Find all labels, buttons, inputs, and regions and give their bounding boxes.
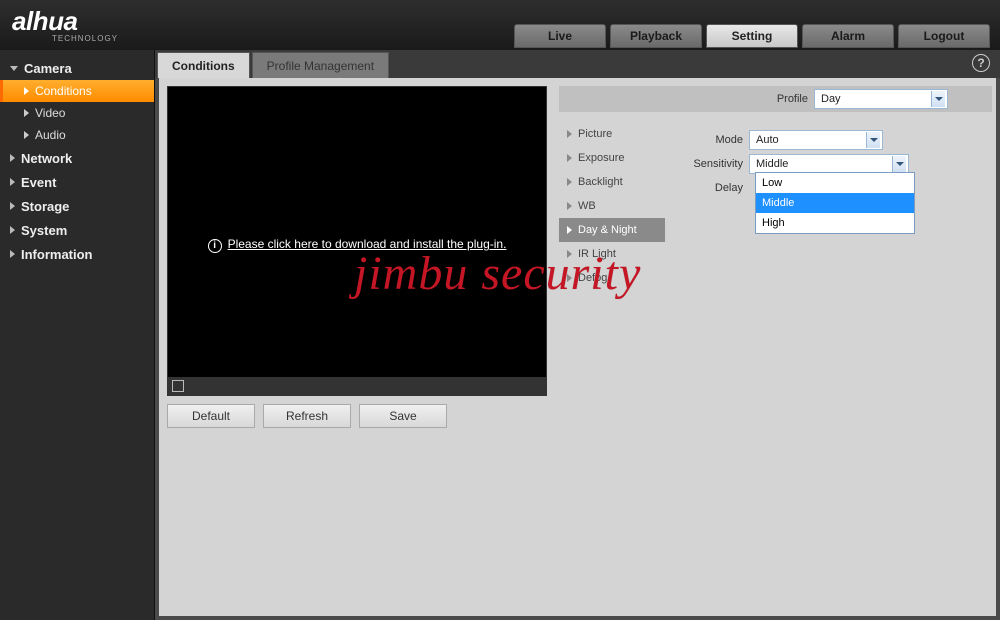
delay-label: Delay [687, 182, 749, 194]
action-buttons: Default Refresh Save [167, 404, 447, 428]
sidebar-item-information[interactable]: Information [0, 242, 154, 266]
sidebar-item-label: Video [35, 106, 65, 120]
mode-select[interactable]: Auto [749, 130, 883, 150]
chevron-right-icon [567, 202, 572, 210]
sensitivity-dropdown: Low Middle High [755, 172, 915, 234]
setting-irlight[interactable]: IR Light [559, 242, 665, 266]
setting-backlight[interactable]: Backlight [559, 170, 665, 194]
chevron-right-icon [567, 274, 572, 282]
chevron-right-icon [24, 87, 29, 95]
setting-label: Defog [578, 272, 607, 284]
video-preview: i Please click here to download and insta… [167, 86, 547, 396]
chevron-down-icon [931, 91, 945, 107]
sidebar: Camera Conditions Video Audio Network Ev… [0, 50, 155, 620]
chevron-down-icon [892, 156, 906, 172]
profile-bar: Profile Day [559, 86, 992, 112]
brand-subtitle: TECHNOLOGY [52, 34, 118, 43]
chevron-down-icon [866, 132, 880, 148]
chevron-right-icon [10, 226, 15, 234]
chevron-right-icon [567, 178, 572, 186]
chevron-right-icon [10, 202, 15, 210]
sidebar-item-video[interactable]: Video [0, 102, 154, 124]
sidebar-item-label: Conditions [35, 84, 92, 98]
sidebar-item-label: Audio [35, 128, 66, 142]
setting-label: Picture [578, 128, 612, 140]
sensitivity-select[interactable]: Middle [749, 154, 909, 174]
default-button[interactable]: Default [167, 404, 255, 428]
sensitivity-value: Middle [756, 158, 788, 170]
setting-exposure[interactable]: Exposure [559, 146, 665, 170]
setting-daynight[interactable]: Day & Night [559, 218, 665, 242]
topnav-setting[interactable]: Setting [706, 24, 798, 48]
settings-column: Picture Exposure Backlight WB Day & Nigh… [559, 122, 665, 290]
sensitivity-label: Sensitivity [687, 158, 749, 170]
sidebar-item-audio[interactable]: Audio [0, 124, 154, 146]
video-footer [168, 377, 546, 395]
sidebar-item-label: Storage [21, 199, 69, 214]
topnav-live[interactable]: Live [514, 24, 606, 48]
tab-bar: Conditions Profile Management ? [155, 50, 1000, 78]
topnav-logout[interactable]: Logout [898, 24, 990, 48]
setting-label: Exposure [578, 152, 624, 164]
plugin-download-link[interactable]: i Please click here to download and insta… [168, 237, 546, 253]
sidebar-item-storage[interactable]: Storage [0, 194, 154, 218]
sensitivity-option-high[interactable]: High [756, 213, 914, 233]
sidebar-item-network[interactable]: Network [0, 146, 154, 170]
plugin-download-text: Please click here to download and instal… [228, 237, 507, 251]
setting-defog[interactable]: Defog [559, 266, 665, 290]
chevron-right-icon [10, 250, 15, 258]
setting-label: Backlight [578, 176, 623, 188]
help-icon[interactable]: ? [972, 54, 990, 72]
refresh-button[interactable]: Refresh [263, 404, 351, 428]
chevron-right-icon [24, 109, 29, 117]
fullscreen-icon[interactable] [172, 380, 184, 392]
top-nav: Live Playback Setting Alarm Logout [514, 24, 990, 48]
topnav-playback[interactable]: Playback [610, 24, 702, 48]
mode-value: Auto [756, 134, 779, 146]
sensitivity-option-middle[interactable]: Middle [756, 193, 914, 213]
chevron-right-icon [10, 154, 15, 162]
setting-wb[interactable]: WB [559, 194, 665, 218]
mode-label: Mode [687, 134, 749, 146]
sidebar-item-label: Network [21, 151, 72, 166]
profile-value: Day [821, 93, 841, 105]
sidebar-item-label: Camera [24, 61, 72, 76]
chevron-right-icon [10, 178, 15, 186]
sidebar-item-conditions[interactable]: Conditions [0, 80, 154, 102]
setting-label: WB [578, 200, 596, 212]
profile-label: Profile [777, 93, 808, 105]
chevron-down-icon [10, 66, 18, 71]
save-button[interactable]: Save [359, 404, 447, 428]
app-header: alhua TECHNOLOGY Live Playback Setting A… [0, 0, 1000, 50]
setting-label: IR Light [578, 248, 616, 260]
profile-select[interactable]: Day [814, 89, 948, 109]
sidebar-item-label: System [21, 223, 67, 238]
content-area: Conditions Profile Management ? i Please … [155, 50, 1000, 620]
chevron-right-icon [24, 131, 29, 139]
chevron-right-icon [567, 226, 572, 234]
info-icon: i [208, 239, 222, 253]
brand-logo: alhua [12, 6, 77, 37]
sidebar-item-system[interactable]: System [0, 218, 154, 242]
sidebar-item-label: Event [21, 175, 56, 190]
setting-label: Day & Night [578, 224, 637, 236]
tab-conditions[interactable]: Conditions [157, 52, 250, 78]
sidebar-item-camera[interactable]: Camera [0, 56, 154, 80]
chevron-right-icon [567, 130, 572, 138]
chevron-right-icon [567, 154, 572, 162]
setting-picture[interactable]: Picture [559, 122, 665, 146]
tab-profile-management[interactable]: Profile Management [252, 52, 389, 78]
topnav-alarm[interactable]: Alarm [802, 24, 894, 48]
sidebar-item-label: Information [21, 247, 93, 262]
chevron-right-icon [567, 250, 572, 258]
sidebar-item-event[interactable]: Event [0, 170, 154, 194]
sensitivity-option-low[interactable]: Low [756, 173, 914, 193]
settings-panel: i Please click here to download and insta… [159, 78, 996, 616]
